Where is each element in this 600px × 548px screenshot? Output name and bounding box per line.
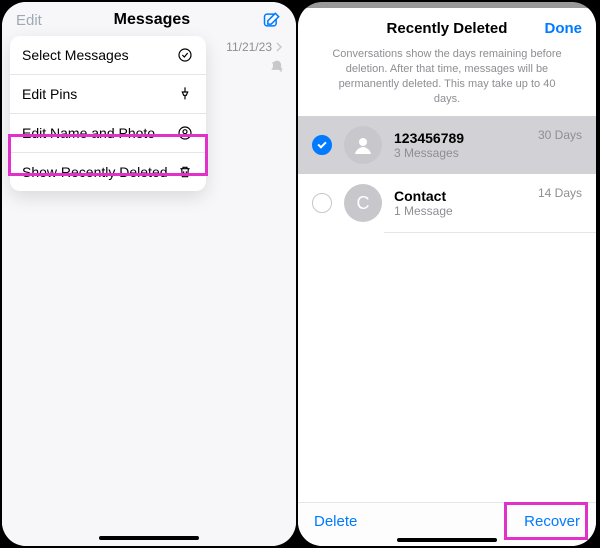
chevron-right-icon [276, 42, 282, 52]
checkmark-circle-icon [176, 46, 194, 64]
conversation-text: 123456789 3 Messages [394, 130, 526, 160]
conversation-name: 123456789 [394, 130, 526, 146]
messages-screen: Edit Messages 11/21/23 Select Messages [2, 2, 296, 546]
footer-toolbar: Delete Recover [298, 502, 596, 546]
conversation-text: Contact 1 Message [394, 188, 526, 218]
recently-deleted-sheet: Recently Deleted Done Conversations show… [298, 8, 596, 546]
menu-edit-name-photo[interactable]: Edit Name and Photo [10, 114, 206, 153]
pin-icon [176, 85, 194, 103]
select-radio[interactable] [312, 193, 332, 213]
conversation-sub: 3 Messages [394, 146, 526, 160]
delete-button[interactable]: Delete [314, 513, 357, 530]
select-radio[interactable] [312, 135, 332, 155]
conversation-date: 11/21/23 [226, 40, 282, 54]
date-label: 11/21/23 [226, 40, 272, 54]
recently-deleted-header: Recently Deleted Done [298, 8, 596, 43]
avatar [344, 126, 382, 164]
messages-body: 11/21/23 Select Messages Edit Pins Edit … [2, 36, 296, 546]
menu-label: Select Messages [22, 47, 129, 63]
info-text: Conversations show the days remaining be… [298, 43, 596, 116]
conversation-sub: 1 Message [394, 204, 526, 218]
page-title: Recently Deleted [387, 20, 508, 37]
person-circle-icon [176, 124, 194, 142]
done-button[interactable]: Done [545, 20, 583, 37]
divider [384, 232, 596, 233]
recently-deleted-screen: Recently Deleted Done Conversations show… [298, 2, 596, 546]
menu-label: Edit Pins [22, 86, 77, 102]
recover-button[interactable]: Recover [524, 513, 580, 530]
menu-show-recently-deleted[interactable]: Show Recently Deleted [10, 153, 206, 191]
menu-select-messages[interactable]: Select Messages [10, 36, 206, 75]
trash-icon [176, 163, 194, 181]
home-indicator[interactable] [99, 536, 199, 540]
menu-label: Edit Name and Photo [22, 125, 155, 141]
days-remaining: 30 Days [538, 126, 582, 142]
edit-menu: Select Messages Edit Pins Edit Name and … [10, 36, 206, 191]
conversation-row[interactable]: 123456789 3 Messages 30 Days [298, 116, 596, 174]
edit-button[interactable]: Edit [16, 12, 42, 29]
days-remaining: 14 Days [538, 184, 582, 200]
menu-label: Show Recently Deleted [22, 164, 168, 180]
messages-header: Edit Messages [2, 2, 296, 36]
avatar: C [344, 184, 382, 222]
conversation-row[interactable]: C Contact 1 Message 14 Days [298, 174, 596, 232]
muted-icon [270, 60, 284, 79]
menu-edit-pins[interactable]: Edit Pins [10, 75, 206, 114]
compose-icon[interactable] [262, 10, 282, 30]
home-indicator[interactable] [397, 538, 497, 542]
conversation-name: Contact [394, 188, 526, 204]
page-title: Messages [114, 11, 191, 29]
